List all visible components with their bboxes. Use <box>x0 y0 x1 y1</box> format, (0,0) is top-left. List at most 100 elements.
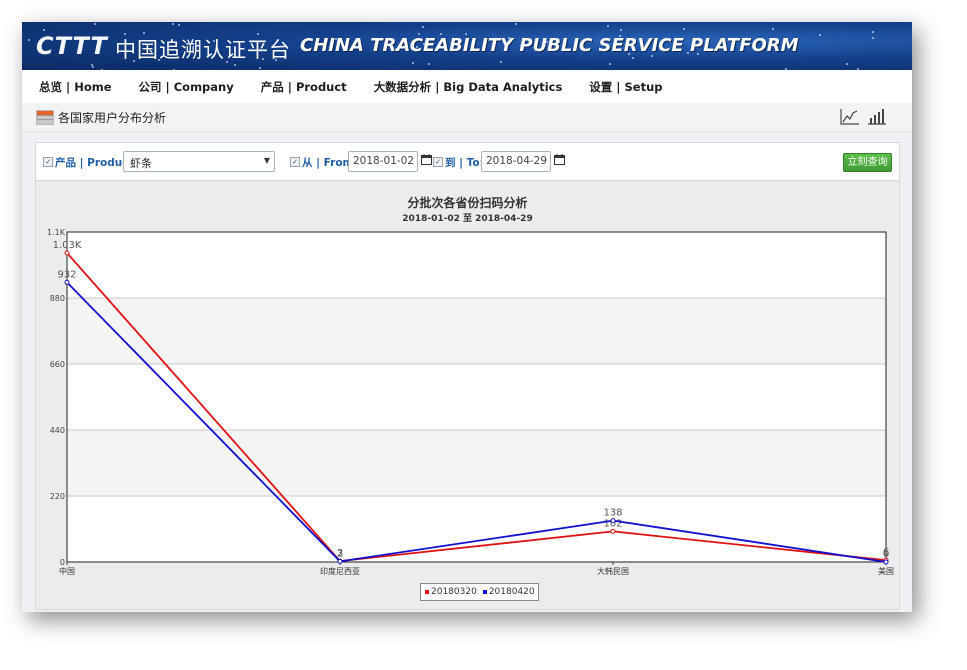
x-tick-label: 大韩民国 <box>597 566 629 576</box>
banner-star <box>412 45 414 47</box>
nav-company[interactable]: 公司 | Company <box>139 79 234 95</box>
banner-star <box>520 45 522 47</box>
banner-star <box>846 63 848 65</box>
page-title: 各国家用户分布分析 <box>58 111 167 125</box>
x-tick-label: 印度尼西亚 <box>320 566 360 576</box>
data-label: 932 <box>57 269 76 280</box>
analysis-panel: ✓ 产品 | Product: 虾条 ▼ ✓ 从 | From: 2018-01… <box>35 142 900 610</box>
data-label: 0 <box>883 549 889 560</box>
data-point[interactable] <box>64 279 70 285</box>
line-chart: 02204406608801.1K中国 印度尼西亚 大韩民国 美国1.03K31026… <box>47 228 894 576</box>
banner-star <box>275 59 277 61</box>
banner-star <box>257 33 259 35</box>
banner-star <box>422 26 424 28</box>
banner-star <box>172 23 174 25</box>
banner-star <box>395 48 397 50</box>
x-tick-label: 美国 <box>878 566 894 576</box>
banner-star <box>28 39 30 41</box>
banner-star <box>143 32 145 34</box>
banner-star <box>515 23 517 25</box>
line-chart-icon[interactable] <box>839 107 861 127</box>
platform-title-en: CHINA TRACEABILITY PUBLIC SERVICE PLATFO… <box>300 35 799 56</box>
data-point[interactable] <box>610 518 616 524</box>
legend-item[interactable]: 20180320 <box>425 587 477 597</box>
banner-star <box>310 39 312 41</box>
legend-swatch <box>425 590 429 594</box>
nav-product[interactable]: 产品 | Product <box>261 79 347 95</box>
platform-title-cn: 中国追溯认证平台 <box>115 38 291 62</box>
banner-star <box>628 53 630 55</box>
grid-band <box>67 298 886 364</box>
banner-star <box>64 41 66 43</box>
banner-star <box>129 43 131 45</box>
app-window: CTTT 中国追溯认证平台 CHINA TRACEABILITY PUBLIC … <box>22 22 912 612</box>
chart-legend: 20180320 20180420 <box>420 583 539 601</box>
banner-star <box>335 38 337 40</box>
y-tick-label: 880 <box>50 294 65 303</box>
y-tick-label: 1.1K <box>47 228 66 237</box>
data-label: 2 <box>337 548 343 559</box>
bar-chart-icon[interactable] <box>866 107 888 127</box>
banner-star <box>619 35 621 37</box>
y-tick-label: 220 <box>50 492 65 501</box>
banner-star <box>609 63 611 65</box>
banner-star <box>697 53 699 55</box>
banner-star <box>558 41 560 43</box>
banner-star <box>687 52 689 54</box>
banner-star <box>213 40 215 42</box>
breadcrumb: 各国家用户分布分析 <box>22 103 912 132</box>
banner-star <box>428 63 430 65</box>
legend-item[interactable]: 20180420 <box>482 587 535 597</box>
report-icon <box>36 110 54 125</box>
banner-star <box>500 61 502 63</box>
banner-star <box>508 37 510 39</box>
banner-star <box>683 28 685 30</box>
banner-star <box>872 31 874 33</box>
y-tick-label: 0 <box>60 558 65 567</box>
x-tick-label: 中国 <box>59 566 75 576</box>
banner-star <box>440 33 442 35</box>
banner-star <box>607 25 609 27</box>
legend-swatch <box>482 590 487 594</box>
banner-star <box>458 48 460 50</box>
banner-star <box>465 33 467 35</box>
y-tick-label: 440 <box>50 426 65 435</box>
banner-star <box>819 34 821 36</box>
banner-star <box>651 55 653 57</box>
nav-setup[interactable]: 设置 | Setup <box>589 79 662 95</box>
banner-star <box>43 29 45 31</box>
y-tick-label: 660 <box>50 360 65 369</box>
grid-band <box>67 430 886 496</box>
data-label: 138 <box>603 508 622 519</box>
banner-star <box>872 37 874 39</box>
banner-star <box>620 29 622 31</box>
banner-star <box>259 67 261 69</box>
banner-star <box>772 28 774 30</box>
banner-star <box>546 41 548 43</box>
header-banner: CTTT 中国追溯认证平台 CHINA TRACEABILITY PUBLIC … <box>22 22 912 70</box>
data-point[interactable] <box>64 250 70 256</box>
banner-star <box>133 60 135 62</box>
banner-star <box>92 66 94 68</box>
banner-star <box>423 43 425 45</box>
banner-star <box>234 64 236 66</box>
data-point[interactable] <box>337 558 343 564</box>
data-point[interactable] <box>610 528 616 534</box>
nav-big-data-analytics[interactable]: 大数据分析 | Big Data Analytics <box>374 79 563 95</box>
legend-label: 20180420 <box>488 587 535 597</box>
banner-star <box>412 62 414 64</box>
nav-home[interactable]: 总览 | Home <box>39 79 112 95</box>
plot-area <box>67 232 886 562</box>
banner-star <box>544 44 546 46</box>
banner-star <box>178 24 180 26</box>
banner-star <box>418 33 420 35</box>
banner-star <box>416 46 418 48</box>
banner-star <box>94 23 96 25</box>
main-nav: 总览 | Home 公司 | Company 产品 | Product 大数据分… <box>22 70 912 103</box>
banner-star <box>158 59 160 61</box>
banner-star <box>124 33 126 35</box>
data-label: 1.03K <box>53 240 82 251</box>
platform-logo[interactable]: CTTT <box>36 32 108 60</box>
data-point[interactable] <box>883 559 889 565</box>
legend-label: 20180320 <box>431 587 477 597</box>
